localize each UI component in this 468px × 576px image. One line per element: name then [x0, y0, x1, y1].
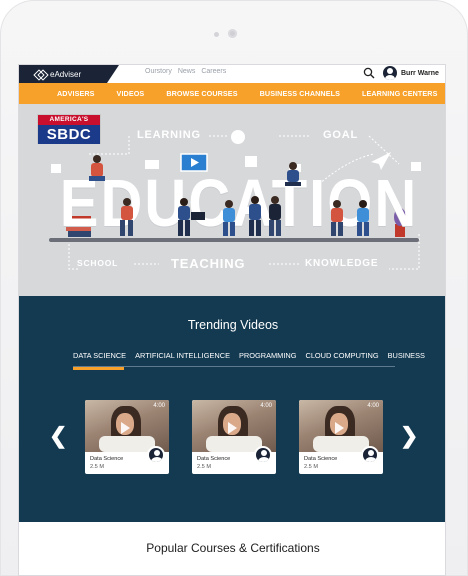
video-category: Data Science: [90, 456, 124, 462]
main-nav: ADVISERS VIDEOS BROWSE COURSES BUSINESS …: [19, 83, 445, 104]
video-card[interactable]: 4:00 Data Science 2.5 M: [85, 400, 169, 474]
nav-item-browse-courses[interactable]: BROWSE COURSES: [166, 89, 237, 98]
nav-item-business-channels[interactable]: BUSINESS CHANNELS: [260, 89, 340, 98]
play-icon[interactable]: [228, 422, 237, 434]
video-views: 2.5 M: [197, 464, 211, 470]
user-name: Burr Warne: [401, 69, 439, 77]
video-duration: 4:00: [260, 403, 272, 409]
link-news[interactable]: News: [178, 68, 196, 75]
nav-item-videos[interactable]: VIDEOS: [117, 89, 145, 98]
tab-data-science[interactable]: DATA SCIENCE: [73, 351, 126, 370]
user-avatar-icon: [383, 66, 397, 80]
video-card[interactable]: 4:00 Data Science 2.5 M: [192, 400, 276, 474]
top-bar: eAdviser Ourstory News Careers Burr Warn…: [19, 65, 445, 83]
search-icon[interactable]: [363, 67, 375, 79]
link-careers[interactable]: Careers: [201, 68, 226, 75]
popular-section: Popular Courses & Certifications: [19, 522, 445, 575]
brand-name: eAdviser: [50, 69, 82, 79]
top-links: Ourstory News Careers: [145, 68, 226, 75]
hero-banner: AMERICA'S SBDC LEARNING GOAL EDUCATION S…: [19, 104, 445, 296]
video-views: 2.5 M: [304, 464, 318, 470]
video-category: Data Science: [304, 456, 338, 462]
hero-people: [89, 155, 369, 236]
chevron-right-icon[interactable]: ❯: [400, 425, 418, 447]
tab-business[interactable]: BUSINESS: [388, 351, 425, 366]
sensor-dot: [214, 32, 219, 37]
video-views: 2.5 M: [90, 464, 104, 470]
screen: eAdviser Ourstory News Careers Burr Warn…: [18, 64, 446, 576]
nav-item-advisers[interactable]: ADVISERS: [57, 89, 95, 98]
author-avatar-icon: [147, 446, 165, 464]
tab-artificial-intelligence[interactable]: ARTIFICIAL INTELLIGENCE: [135, 351, 230, 366]
popular-title: Popular Courses & Certifications: [146, 541, 320, 555]
user-menu[interactable]: Burr Warne: [383, 66, 439, 80]
category-tabs: DATA SCIENCE ARTIFICIAL INTELLIGENCE PRO…: [73, 351, 425, 370]
brand-logo[interactable]: eAdviser: [19, 65, 119, 83]
nav-item-learning-centers[interactable]: LEARNING CENTERS: [362, 89, 437, 98]
chevron-left-icon[interactable]: ❮: [49, 425, 67, 447]
link-ourstory[interactable]: Ourstory: [145, 68, 172, 75]
camera-icon: [228, 29, 237, 38]
tab-cloud-computing[interactable]: CLOUD COMPUTING: [305, 351, 378, 366]
video-card[interactable]: 4:00 Data Science 2.5 M: [299, 400, 383, 474]
play-icon[interactable]: [335, 422, 344, 434]
author-avatar-icon: [361, 446, 379, 464]
tab-programming[interactable]: PROGRAMMING: [239, 351, 296, 366]
trending-section: Trending Videos DATA SCIENCE ARTIFICIAL …: [19, 296, 445, 522]
tablet-frame: eAdviser Ourstory News Careers Burr Warn…: [0, 0, 468, 576]
video-duration: 4:00: [153, 403, 165, 409]
trending-title: Trending Videos: [187, 318, 279, 332]
play-icon[interactable]: [121, 422, 130, 434]
brand-mark-icon: [35, 69, 46, 80]
author-avatar-icon: [254, 446, 272, 464]
video-category: Data Science: [197, 456, 231, 462]
video-duration: 4:00: [367, 403, 379, 409]
